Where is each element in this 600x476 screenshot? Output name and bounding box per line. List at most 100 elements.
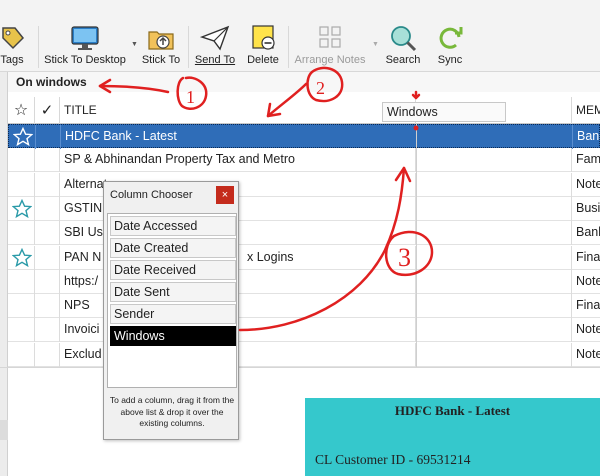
check-cell[interactable] bbox=[35, 196, 60, 221]
chooser-instructions: To add a column, drag it from the above … bbox=[109, 395, 235, 428]
search-label: Search bbox=[385, 54, 421, 66]
chooser-item[interactable]: Date Received bbox=[110, 260, 236, 280]
windows-cell[interactable] bbox=[416, 245, 572, 270]
windows-cell[interactable] bbox=[416, 318, 572, 343]
title-cell[interactable]: HDFC Bank - Latest bbox=[61, 125, 417, 149]
table-row[interactable]: SBI UseBank bbox=[8, 221, 600, 246]
stick-to-desktop-button[interactable]: Stick To Desktop bbox=[42, 24, 128, 70]
windows-cell[interactable] bbox=[416, 148, 572, 173]
star-cell[interactable] bbox=[8, 196, 35, 221]
chooser-list: Date Accessed Date Created Date Received Da… bbox=[107, 213, 237, 388]
windows-cell[interactable] bbox=[416, 172, 572, 197]
star-cell[interactable] bbox=[8, 269, 35, 294]
mem-column-header[interactable]: MEM bbox=[572, 97, 600, 124]
chooser-item[interactable]: Sender bbox=[110, 304, 236, 324]
toolbar-separator bbox=[38, 26, 39, 68]
title-cell-tail: x Logins bbox=[247, 249, 294, 264]
mem-cell[interactable]: Busin bbox=[572, 197, 600, 221]
star-cell[interactable] bbox=[9, 125, 36, 149]
mem-cell[interactable]: Note bbox=[572, 343, 600, 367]
star-icon[interactable] bbox=[12, 247, 32, 268]
check-cell[interactable] bbox=[35, 148, 60, 173]
sync-icon bbox=[439, 27, 463, 49]
group-title: On windows bbox=[16, 75, 87, 89]
star-cell[interactable] bbox=[8, 318, 35, 343]
windows-cell[interactable] bbox=[416, 269, 572, 294]
windows-cell[interactable] bbox=[416, 196, 572, 221]
star-cell[interactable] bbox=[8, 245, 35, 270]
table-row[interactable]: https:/Note bbox=[8, 269, 600, 294]
star-icon[interactable] bbox=[12, 198, 32, 219]
magnifier-icon bbox=[391, 26, 417, 52]
mem-cell[interactable]: Note bbox=[572, 270, 600, 294]
star-cell[interactable] bbox=[8, 294, 35, 319]
delete-button[interactable]: Delete bbox=[242, 24, 284, 70]
stick-to-label: Stick To bbox=[141, 54, 181, 66]
group-header[interactable]: On windows bbox=[8, 72, 600, 92]
mem-cell[interactable]: Note bbox=[572, 173, 600, 197]
windows-cell[interactable] bbox=[416, 221, 572, 246]
table-row[interactable]: Alternat Note bbox=[8, 172, 600, 197]
grid-icon bbox=[319, 26, 341, 48]
check-cell[interactable] bbox=[35, 269, 60, 294]
chooser-item[interactable]: Date Created bbox=[110, 238, 236, 258]
send-to-button[interactable]: Send To bbox=[192, 24, 238, 70]
table-row[interactable]: GSTINBusin bbox=[8, 196, 600, 221]
preview-customer-id: CL Customer ID - 69531214 bbox=[315, 452, 471, 467]
title-cell[interactable]: SP & Abhinandan Property Tax and Metro bbox=[60, 148, 416, 173]
search-button[interactable]: Search bbox=[382, 24, 424, 70]
stick-to-desktop-dropdown-icon[interactable]: ▼ bbox=[131, 41, 138, 48]
arrange-notes-button: Arrange Notes bbox=[292, 24, 368, 70]
table-row[interactable]: PAN Nx LoginsFinan bbox=[8, 245, 600, 270]
star-cell[interactable] bbox=[8, 148, 35, 173]
chooser-title: Column Chooser bbox=[110, 189, 193, 201]
star-cell[interactable] bbox=[8, 172, 35, 197]
close-icon[interactable]: × bbox=[216, 186, 234, 204]
mem-cell[interactable]: Famil bbox=[572, 148, 600, 172]
check-cell[interactable] bbox=[35, 221, 60, 246]
chooser-item[interactable]: Windows bbox=[110, 326, 236, 346]
table-row[interactable]: SP & Abhinandan Property Tax and Metro Fa… bbox=[8, 148, 600, 173]
mem-cell[interactable]: Bank bbox=[572, 221, 600, 245]
check-cell[interactable] bbox=[35, 172, 60, 197]
check-cell[interactable] bbox=[35, 318, 60, 343]
chooser-item[interactable]: Date Accessed bbox=[110, 216, 236, 236]
windows-cell[interactable] bbox=[417, 125, 573, 149]
windows-cell[interactable] bbox=[416, 342, 572, 367]
delete-note-icon bbox=[252, 25, 275, 50]
left-gutter bbox=[0, 72, 8, 476]
table-row[interactable]: Exclud Note bbox=[8, 342, 600, 367]
mem-cell[interactable]: Finan bbox=[572, 294, 600, 318]
arrange-notes-dropdown-icon: ▼ bbox=[372, 41, 379, 48]
star-icon[interactable] bbox=[13, 127, 33, 147]
grid-header: ☆ ✓ TITLE MEM Windows bbox=[8, 97, 600, 124]
note-preview[interactable]: HDFC Bank - Latest CL Customer ID - 6953… bbox=[305, 398, 600, 476]
delete-label: Delete bbox=[247, 54, 279, 66]
star-cell[interactable] bbox=[8, 221, 35, 246]
windows-cell[interactable] bbox=[416, 294, 572, 319]
drop-position-line bbox=[416, 124, 417, 367]
mem-cell[interactable]: Finan bbox=[572, 246, 600, 270]
mem-cell[interactable]: Note bbox=[572, 318, 600, 342]
tags-button[interactable]: Tags bbox=[0, 24, 28, 70]
windows-column-dragging[interactable]: Windows bbox=[382, 102, 506, 122]
arrange-notes-label: Arrange Notes bbox=[294, 54, 366, 66]
check-column-header[interactable]: ✓ bbox=[35, 97, 60, 124]
toolbar: Tags Stick To Desktop ▼ Stick To Send To bbox=[0, 0, 600, 72]
star-cell[interactable] bbox=[8, 342, 35, 367]
title-column-header[interactable]: TITLE bbox=[60, 97, 416, 124]
check-cell[interactable] bbox=[35, 294, 60, 319]
mem-cell[interactable]: Bank bbox=[573, 125, 600, 149]
sync-button[interactable]: Sync bbox=[430, 24, 470, 70]
table-row[interactable]: NPSFinan bbox=[8, 294, 600, 319]
table-row[interactable]: HDFC Bank - Latest Bank bbox=[8, 124, 600, 149]
check-cell[interactable] bbox=[35, 342, 60, 367]
toolbar-separator bbox=[188, 26, 189, 68]
sync-label: Sync bbox=[437, 54, 463, 66]
star-column-header[interactable]: ☆ bbox=[8, 97, 35, 124]
check-cell[interactable] bbox=[35, 245, 60, 270]
check-cell[interactable] bbox=[36, 125, 61, 149]
stick-to-button[interactable]: Stick To bbox=[138, 24, 184, 70]
table-row[interactable]: Invoici Note bbox=[8, 318, 600, 343]
chooser-item[interactable]: Date Sent bbox=[110, 282, 236, 302]
